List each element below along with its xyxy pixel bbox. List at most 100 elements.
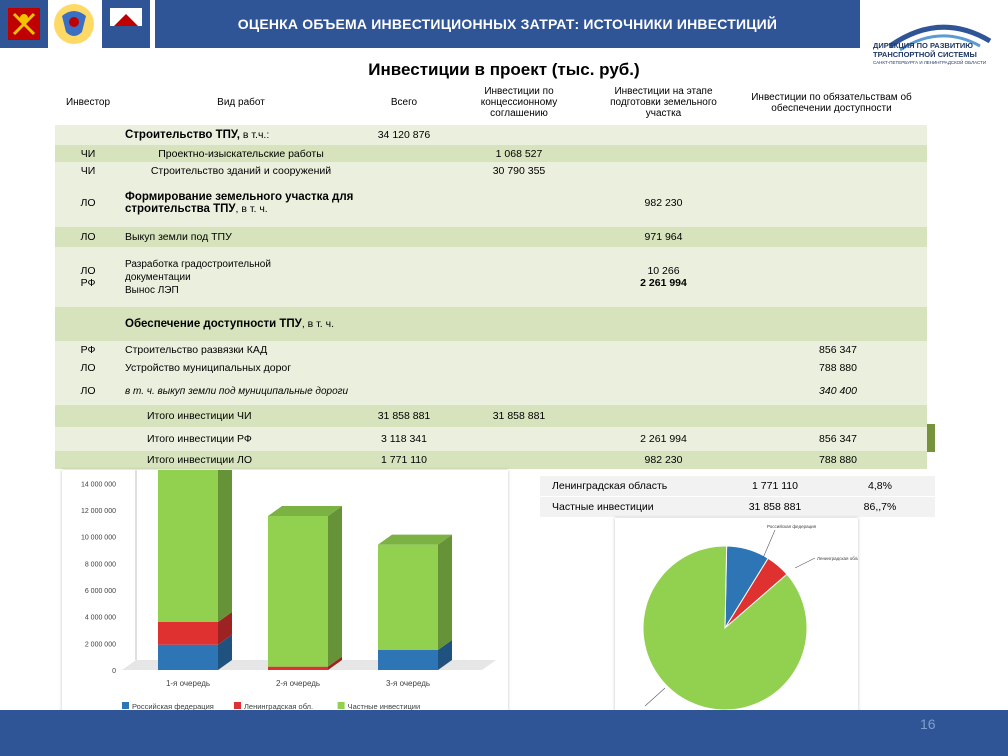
row-work-rest: , в т. ч. [235,203,268,215]
bar-segment [268,666,328,670]
row-work: Строительство зданий и сооружений [121,162,361,179]
row-work-bold: Обеспечение доступности ТПУ [125,318,302,330]
col-header-obligations: Инвестиции по обязательствам об обеспече… [751,91,912,114]
table-row: ЛО в т. ч. выкуп земли под муниципальные… [55,377,927,405]
bar-segment [158,622,218,645]
row-concession: 1 068 527 [447,145,591,162]
row-investor: РФ [80,277,96,289]
russia-coat-of-arms-icon [50,0,98,48]
bar-side [438,534,452,650]
x-tick-label: 3-я очередь [386,679,430,688]
row-investor: ЛО [55,227,121,247]
summary-row: Частные инвестиции 31 858 881 86,,7% [540,497,935,517]
x-tick-label: 1-я очередь [166,679,210,688]
summary-row: Ленинградская область 1 771 110 4,8% [540,476,935,496]
table-row: РФ Строительство развязки КАД 856 347 [55,341,927,359]
row-total: 31 858 881 [361,405,447,427]
legend-swatch [234,702,241,709]
row-work: документации [125,271,191,283]
col-header-work: Вид работ [217,97,265,108]
col-header-investor: Инвестор [65,97,111,108]
col-header-land: Инвестиции на этапе подготовки земельног… [610,86,717,119]
summary-name: Ленинградская область [552,480,668,492]
bar-chart-panel: 0 2 000 000 4 000 000 6 000 000 8 000 000 10 … [62,460,508,716]
row-investor: ЧИ [55,162,121,179]
investment-table: Инвестор Вид работ Всего Инвестиции по к… [55,80,927,469]
y-tick-label: 8 000 000 [85,561,116,568]
bar-side [218,460,232,622]
leader-line [644,687,666,707]
page-number: 16 [920,716,936,732]
row-land: 982 230 [591,179,736,227]
legend-swatch [122,702,129,709]
row-land: 2 261 994 [640,277,687,289]
table-row: ЛО РФ Разработка градостроительной докумен… [55,247,927,307]
row-total-label: Итого инвестиции ЛО [55,451,361,469]
y-tick-label: 4 000 000 [85,615,116,622]
y-tick-label: 2 000 000 [85,641,116,648]
table-row: ЛО Устройство муниципальных дорог 788 88… [55,359,927,377]
org-line-2: ТРАНСПОРТНОЙ СИСТЕМЫ [873,49,977,59]
pie-chart-panel: Российская федерация Ленинградская област… [615,518,867,716]
summary-table: Ленинградская область 1 771 110 4,8% Час… [540,476,935,517]
table-row: ЧИ Строительство зданий и сооружений 30 … [55,162,927,179]
x-tick-label: 2-я очередь [276,679,320,688]
table-row: Строительство ТПУ, в т.ч.: 34 120 876 [55,125,927,145]
row-work: Проектно-изыскательские работы [121,145,361,162]
row-obligations: 856 347 [736,341,927,359]
bar-segment [378,650,438,670]
header: ОЦЕНКА ОБЪЕМА ИНВЕСТИЦИОННЫХ ЗАТРАТ: ИСТ… [0,0,1008,65]
bar-chart: 0 2 000 000 4 000 000 6 000 000 8 000 000 10 … [81,460,496,711]
summary-share: 4,8% [868,480,892,492]
pie-chart: Российская федерация Ленинградская област… [617,523,867,715]
col-header-concession: Инвестиции по концессионному соглашению [480,86,558,119]
row-investor: РФ [55,341,121,359]
row-land: 971 964 [591,227,736,247]
row-land: 2 261 994 [591,427,736,451]
bar-segment [378,544,438,650]
row-work-bold: Строительство ТПУ, [125,129,240,141]
bar-segment [158,644,218,670]
table-row: Итого инвестиции ЧИ 31 858 881 31 858 88… [55,405,927,427]
header-title: ОЦЕНКА ОБЪЕМА ИНВЕСТИЦИОННЫХ ЗАТРАТ: ИСТ… [155,0,860,48]
table-header-row: Инвестор Вид работ Всего Инвестиции по к… [55,80,927,125]
page-title: Инвестиции в проект (тыс. руб.) [368,60,640,79]
leader-line [794,557,816,569]
row-investor: ЧИ [55,145,121,162]
row-work-rest: в т.ч.: [239,129,270,141]
table-row: ЛО Формирование земельного участка для с… [55,179,927,227]
table-row: Итого инвестиции РФ 3 118 341 2 261 994 … [55,427,927,451]
row-work-rest: , в т. ч. [301,318,335,330]
y-tick-label: 10 000 000 [81,535,116,542]
row-work: в т. ч. выкуп земли под муниципальные до… [121,377,361,405]
table-row: ЛО Выкуп земли под ТПУ 971 964 [55,227,927,247]
y-tick-label: 6 000 000 [85,588,116,595]
bar-side [328,506,342,667]
lenoblast-coat-of-arms-icon [102,0,150,48]
row-investor: ЛО [55,359,121,377]
row-total: 3 118 341 [361,427,447,451]
row-land: 982 230 [591,451,736,469]
footer-bar [0,710,1008,756]
row-concession: 31 858 881 [447,405,591,427]
side-tab [927,424,935,452]
row-obligations: 788 880 [736,451,927,469]
table-row: ЧИ Проектно-изыскательские работы 1 068 … [55,145,927,162]
legend-swatch [337,702,345,709]
summary-value: 1 771 110 [752,480,798,492]
row-work: Устройство муниципальных дорог [121,359,361,377]
row-total: 34 120 876 [361,125,447,145]
row-total-label: Итого инвестиции ЧИ [55,405,361,427]
row-work: Вынос ЛЭП [125,284,179,296]
row-investor: ЛО [80,265,96,277]
y-tick-label: 12 000 000 [81,508,116,515]
leader-line [762,529,776,559]
row-obligations: 856 347 [736,427,927,451]
table-row: Обеспечение доступности ТПУ, в т. ч. [55,307,927,341]
row-work: Выкуп земли под ТПУ [121,227,361,247]
row-investor: ЛО [55,377,121,405]
bar-segment [158,470,218,622]
bar-segment [268,516,328,667]
row-land: 10 266 [647,265,680,277]
y-tick-label: 14 000 000 [81,481,116,488]
